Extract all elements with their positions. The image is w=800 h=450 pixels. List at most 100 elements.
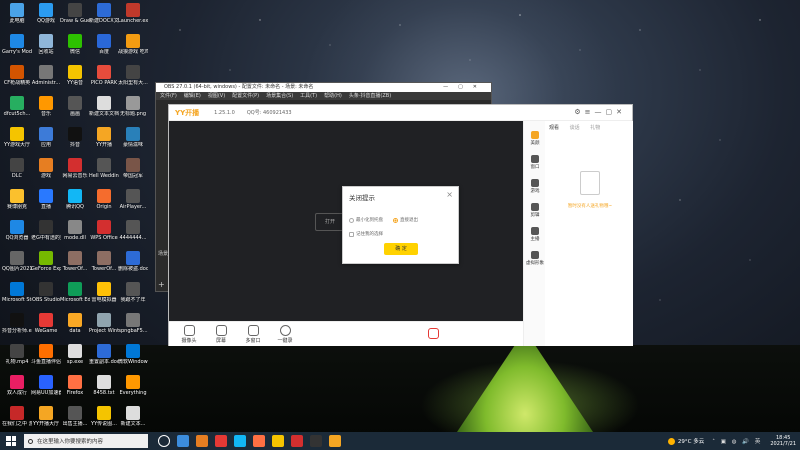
radio-exit[interactable] [393, 217, 398, 223]
yy-window-controls[interactable]: ⚙≡—▢✕ [574, 108, 626, 116]
desktop-icon[interactable]: DLC [2, 157, 32, 189]
taskbar-search[interactable]: 在这里输入你要搜索的内容 [24, 434, 148, 448]
obs-menu-item[interactable]: 视图(V) [208, 93, 225, 99]
rightbar-item[interactable]: 美颜 [524, 131, 546, 146]
desktop-icon[interactable]: 直播 [31, 188, 61, 220]
weather-widget[interactable]: 29°C 多云 [667, 437, 704, 445]
tab-gifts[interactable]: 礼物 [590, 125, 600, 131]
desktop-icon[interactable]: Garry's Mod [2, 33, 32, 65]
desktop-icon[interactable]: 音乐 [31, 95, 61, 127]
obs-menu-item[interactable]: 工具(T) [300, 93, 317, 99]
obs-menu-item[interactable]: 文件(F) [160, 93, 177, 99]
tab-watch[interactable]: 观看 [549, 125, 559, 131]
clock[interactable]: 18:45 2021/7/21 [770, 435, 796, 447]
desktop-icon[interactable]: YY开播 [89, 126, 119, 158]
desktop-icon[interactable]: 我跟不了年 [118, 281, 148, 313]
minimize-option[interactable]: 最小化到托盘 [349, 217, 383, 223]
ok-button[interactable]: 确 定 [384, 243, 418, 255]
desktop-icon[interactable]: Origin [89, 188, 119, 220]
desktop-icon[interactable]: 应用 [31, 126, 61, 158]
screen-tool[interactable]: 屏幕 [209, 325, 233, 344]
desktop-icon[interactable]: 此电脑 [2, 2, 32, 34]
app-icon-2[interactable] [291, 435, 303, 447]
record-tool[interactable]: 一键录 [273, 325, 297, 344]
desktop-icon[interactable]: Everything [118, 374, 148, 406]
desktop-icon[interactable]: WPS Office [89, 219, 119, 251]
start-button[interactable] [6, 436, 16, 446]
desktop-icon[interactable]: TowerOf... [89, 250, 119, 282]
rightbar-item[interactable]: 虚拟形象 [524, 251, 546, 266]
desktop-icon[interactable]: 无标题.png [118, 95, 148, 127]
qq-icon[interactable] [234, 435, 246, 447]
task-view-icon[interactable] [177, 435, 189, 447]
tray-icons[interactable]: ˄ ▣ ◍ 🔊 英 [712, 437, 762, 445]
desktop-icon[interactable]: 抖音 [60, 126, 90, 158]
desktop-icon[interactable]: 雷电模拟器 [89, 281, 119, 313]
desktop-icon[interactable]: Draw & Guess [60, 2, 90, 34]
desktop-icon[interactable]: dfcut5ch... [2, 95, 32, 127]
desktop-icon[interactable]: 新建文本文档.txt [89, 95, 119, 127]
desktop-icon[interactable]: 微软Windows... [118, 343, 148, 375]
remember-option[interactable]: 记住我的选择 [349, 231, 383, 237]
yy-live-icon[interactable] [329, 435, 341, 447]
desktop-icon[interactable]: 抖音分析师.exe [2, 312, 32, 344]
desktop-icon[interactable]: 8458.txt [89, 374, 119, 406]
desktop-icon[interactable]: CF枪战精英 [2, 64, 32, 96]
desktop-icon[interactable]: 游戏 [31, 157, 61, 189]
desktop-icon[interactable]: 百度 [89, 33, 119, 65]
obs-icon[interactable] [310, 435, 322, 447]
obs-title-bar[interactable]: OBS 27.0.1 (64-bit, windows) - 配置文件: 未命名… [156, 83, 491, 92]
desktop-icon[interactable]: 帝国冠军 [118, 157, 148, 189]
obs-menu-item[interactable]: 场景集合(S) [266, 93, 293, 99]
desktop-icon[interactable]: WeGame [31, 312, 61, 344]
rightbar-item[interactable]: 游戏 [524, 179, 546, 194]
desktop-icon[interactable]: 回收站 [31, 33, 61, 65]
desktop-icon[interactable]: 斗鱼直播伴侣 [31, 343, 61, 375]
desktop-icon[interactable]: 画画 [60, 95, 90, 127]
exit-option[interactable]: 直接退出 [393, 217, 418, 223]
obs-add-scene-button[interactable]: + [158, 280, 165, 289]
remember-checkbox[interactable] [349, 231, 354, 237]
obs-menu-item[interactable]: 头条·抖音直播(ZB) [349, 93, 391, 99]
desktop-icon[interactable]: AirPlayer... [118, 188, 148, 220]
desktop-icon[interactable]: YY游戏大厅 [2, 126, 32, 158]
desktop-icon[interactable]: Microsoft Edge [60, 281, 90, 313]
desktop-icon[interactable]: 战狼游戏 吃鸡 [118, 33, 148, 65]
multi-window-tool[interactable]: 多窗口 [241, 325, 265, 344]
rightbar-item[interactable]: 剪辑 [524, 203, 546, 218]
desktop-icon[interactable]: 网易UU加速器 [31, 374, 61, 406]
desktop-icon[interactable]: QQ图片2021021... [2, 250, 32, 282]
desktop-icon[interactable]: PICO PARK [89, 64, 119, 96]
obs-window-controls[interactable]: —▢✕ [443, 83, 487, 92]
rightbar-item[interactable]: 窗口 [524, 155, 546, 170]
desktop-icon[interactable]: Microsoft Store [2, 281, 32, 313]
desktop-icon[interactable]: 赛博朋克 [2, 188, 32, 220]
desktop-icon[interactable]: Project Winter [89, 312, 119, 344]
desktop-icon[interactable]: 新建DOCX文档.docx [89, 2, 119, 34]
radio-minimize[interactable] [349, 217, 354, 223]
app-icon-1[interactable] [215, 435, 227, 447]
desktop-icon[interactable]: TowerOf... [60, 250, 90, 282]
desktop-icon[interactable]: QQ游戏 [31, 2, 61, 34]
desktop-icon[interactable]: sp.exe [60, 343, 90, 375]
rightbar-item[interactable]: 主播 [524, 227, 546, 242]
yy-open-button[interactable]: 打开 [315, 213, 345, 231]
desktop-icon[interactable]: 腾讯QQ [60, 188, 90, 220]
desktop-icon[interactable]: Hell Wedding... [89, 157, 119, 189]
desktop-icon[interactable]: mode.dll [60, 219, 90, 251]
obs-menu-item[interactable]: 配置文件(P) [232, 93, 259, 99]
explorer-icon[interactable] [196, 435, 208, 447]
yy-icon[interactable] [272, 435, 284, 447]
obs-menu-item[interactable]: 帮助(H) [324, 93, 342, 99]
desktop-icon[interactable]: GeForce Experience [31, 250, 61, 282]
obs-menu-bar[interactable]: 文件(F) 编辑(E) 视图(V) 配置文件(P) 场景集合(S) 工具(T) 帮助(H) 头… [156, 92, 491, 100]
desktop-icon[interactable]: YY语音 [60, 64, 90, 96]
desktop-icon[interactable]: 微信 [60, 33, 90, 65]
desktop-icon[interactable]: OBS Studio [31, 281, 61, 313]
close-icon[interactable]: × [446, 190, 453, 199]
camera-tool[interactable]: 摄像头 [177, 325, 201, 344]
desktop-icon[interactable]: spngbaF5... [118, 312, 148, 344]
desktop-icon[interactable]: 重置副本.doc [89, 343, 119, 375]
desktop-icon[interactable]: QQ浏览器 [2, 219, 32, 251]
desktop-icon[interactable]: 太阳里有大... [118, 64, 148, 96]
